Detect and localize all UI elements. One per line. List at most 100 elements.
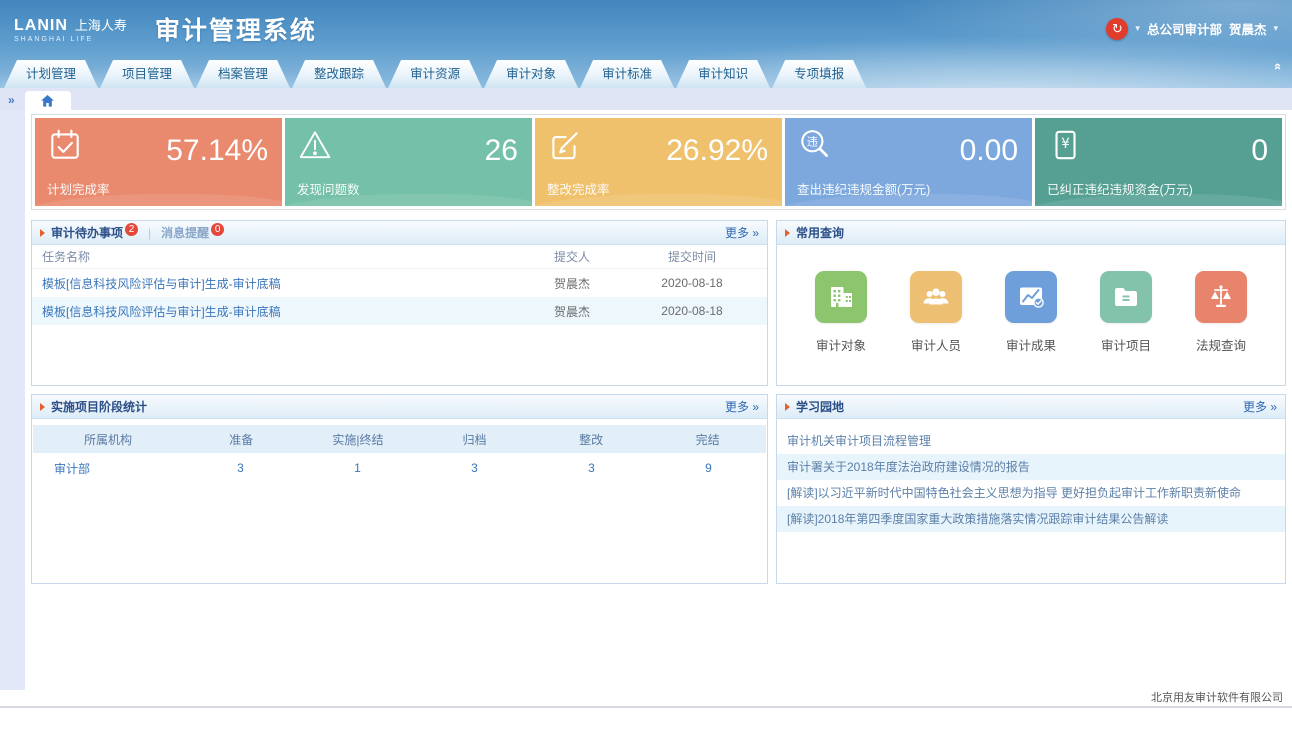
message-count-badge: 0 [211,223,224,236]
list-item[interactable]: [解读]2018年第四季度国家重大政策措施落实情况跟踪审计结果公告解读 [777,506,1285,532]
tile-audit-objects[interactable]: 审计对象 [799,271,883,385]
stage-value-prepare[interactable]: 3 [182,461,299,475]
table-row[interactable]: 模板[信息科技风险评估与审计]生成-审计底稿 贺晨杰 2020-08-18 [32,297,767,325]
stat-value: 26.92% [666,134,768,168]
column-task-name: 任务名称 [42,248,517,265]
svg-text:违: 违 [807,136,818,149]
message-reminder-tab[interactable]: 消息提醒 [161,224,209,241]
header-divider: | [148,226,151,240]
list-item[interactable]: 审计署关于2018年度法治政府建设情况的报告 [777,454,1285,480]
user-name: 贺晨杰 [1229,19,1267,38]
edit-square-icon [547,127,583,166]
table-row[interactable]: 模板[信息科技风险评估与审计]生成-审计底稿 贺晨杰 2020-08-18 [32,269,767,297]
task-time: 2020-08-18 [627,304,757,318]
yuan-receipt-icon: ¥ [1047,127,1083,166]
learning-panel-title: 学习园地 [796,398,844,415]
panel-bullet-icon [40,229,45,237]
tile-label: 审计对象 [799,335,883,354]
todo-count-badge: 2 [125,223,138,236]
stat-value: 0.00 [960,134,1018,168]
stage-value-rectify[interactable]: 3 [533,461,650,475]
stat-label: 查出违纪违规金额(万元) [797,179,930,198]
card-corrected-funds[interactable]: ¥ 0 已纠正违纪违规资金(万元) [1035,118,1282,206]
violation-search-icon: 违 [797,127,833,166]
list-item[interactable]: [解读]以习近平新时代中国特色社会主义思想为指导 更好担负起审计工作新职责新使命 [777,480,1285,506]
breadcrumb-bar: » [0,88,1292,110]
refresh-icon[interactable]: ↻ [1106,18,1128,40]
task-time: 2020-08-18 [627,276,757,290]
stat-label: 发现问题数 [297,179,360,198]
tab-plan-management[interactable]: 计划管理 [4,60,98,88]
task-link[interactable]: 模板[信息科技风险评估与审计]生成-审计底稿 [42,275,517,292]
todo-panel-title[interactable]: 审计待办事项 [51,224,123,241]
stage-more-link[interactable]: 更多 » [725,398,759,415]
tile-audit-staff[interactable]: 审计人员 [894,271,978,385]
building-icon [815,271,867,323]
list-item[interactable]: 审计机关审计项目流程管理 [777,428,1285,454]
calendar-check-icon [47,127,83,166]
panel-bullet-icon [785,403,790,411]
stat-label: 已纠正违纪违规资金(万元) [1047,179,1193,198]
tab-rectification-tracking[interactable]: 整改跟踪 [292,60,386,88]
tile-label: 审计项目 [1084,335,1168,354]
stat-value: 57.14% [166,134,268,168]
tab-archive-management[interactable]: 档案管理 [196,60,290,88]
collapse-up-icon[interactable]: « [1271,63,1286,70]
main-nav: 计划管理 项目管理 档案管理 整改跟踪 审计资源 审计对象 审计标准 审计知识 … [0,57,1292,88]
column-org: 所属机构 [33,431,183,448]
tile-audit-results[interactable]: 审计成果 [989,271,1073,385]
app-title: 审计管理系统 [155,11,317,47]
stage-panel-title: 实施项目阶段统计 [51,398,147,415]
user-department: 总公司审计部 [1147,19,1222,38]
stat-label: 计划完成率 [47,179,110,198]
stat-label: 整改完成率 [547,179,610,198]
stage-value-archive[interactable]: 3 [416,461,533,475]
task-submitter: 贺晨杰 [517,303,627,320]
main-content: 57.14% 计划完成率 26 发现问题数 26.92% [0,110,1292,592]
company-logo: LANIN 上海人寿 SHANGHAI LIFE [14,17,127,44]
home-icon [41,95,54,107]
tab-audit-standards[interactable]: 审计标准 [580,60,674,88]
tab-project-management[interactable]: 项目管理 [100,60,194,88]
logo-subtitle: SHANGHAI LIFE [14,36,127,44]
tile-audit-projects[interactable]: 审计项目 [1084,271,1168,385]
card-violation-amount[interactable]: 违 0.00 查出违纪违规金额(万元) [785,118,1032,206]
chevron-down-icon[interactable]: ▾ [1135,23,1140,34]
panel-quick-query: 常用查询 [776,220,1286,386]
column-submit-time: 提交时间 [627,248,757,265]
tile-label: 审计成果 [989,335,1073,354]
scales-icon [1195,271,1247,323]
svg-text:¥: ¥ [1061,136,1070,152]
column-complete: 完结 [649,431,766,448]
task-submitter: 贺晨杰 [517,275,627,292]
chart-check-icon [1005,271,1057,323]
panel-stage-statistics: 实施项目阶段统计 更多 » 所属机构 准备 实施|终结 归档 整改 完结 审计部… [31,394,768,584]
todo-more-link[interactable]: 更多 » [725,224,759,241]
user-menu-chevron-icon[interactable]: ▾ [1273,23,1278,34]
tab-special-reporting[interactable]: 专项填报 [772,60,866,88]
tab-audit-resources[interactable]: 审计资源 [388,60,482,88]
top-header: LANIN 上海人寿 SHANGHAI LIFE 审计管理系统 ↻ ▾ 总公司审… [0,0,1292,88]
tile-regulation-query[interactable]: 法规查询 [1179,271,1263,385]
panel-learning: 学习园地 更多 » 审计机关审计项目流程管理 审计署关于2018年度法治政府建设… [776,394,1286,584]
card-issues-found[interactable]: 26 发现问题数 [285,118,532,206]
tab-home[interactable] [25,91,71,110]
column-prepare: 准备 [183,431,300,448]
tab-audit-objects[interactable]: 审计对象 [484,60,578,88]
card-rectification-completion[interactable]: 26.92% 整改完成率 [535,118,782,206]
tile-label: 审计人员 [894,335,978,354]
panel-bullet-icon [785,229,790,237]
stat-cards-row: 57.14% 计划完成率 26 发现问题数 26.92% [31,114,1286,210]
warning-triangle-icon [297,127,333,166]
task-link[interactable]: 模板[信息科技风险评估与审计]生成-审计底稿 [42,303,517,320]
expand-sidebar-icon[interactable]: » [8,93,15,107]
org-link[interactable]: 审计部 [32,460,182,477]
learning-more-link[interactable]: 更多 » [1243,398,1277,415]
stage-value-implement[interactable]: 1 [299,461,416,475]
tab-audit-knowledge[interactable]: 审计知识 [676,60,770,88]
stage-value-complete[interactable]: 9 [650,461,767,475]
card-plan-completion[interactable]: 57.14% 计划完成率 [35,118,282,206]
footer-bar: 北京用友审计软件有限公司 [0,690,1292,708]
query-panel-title: 常用查询 [796,224,844,241]
column-archive: 归档 [416,431,533,448]
